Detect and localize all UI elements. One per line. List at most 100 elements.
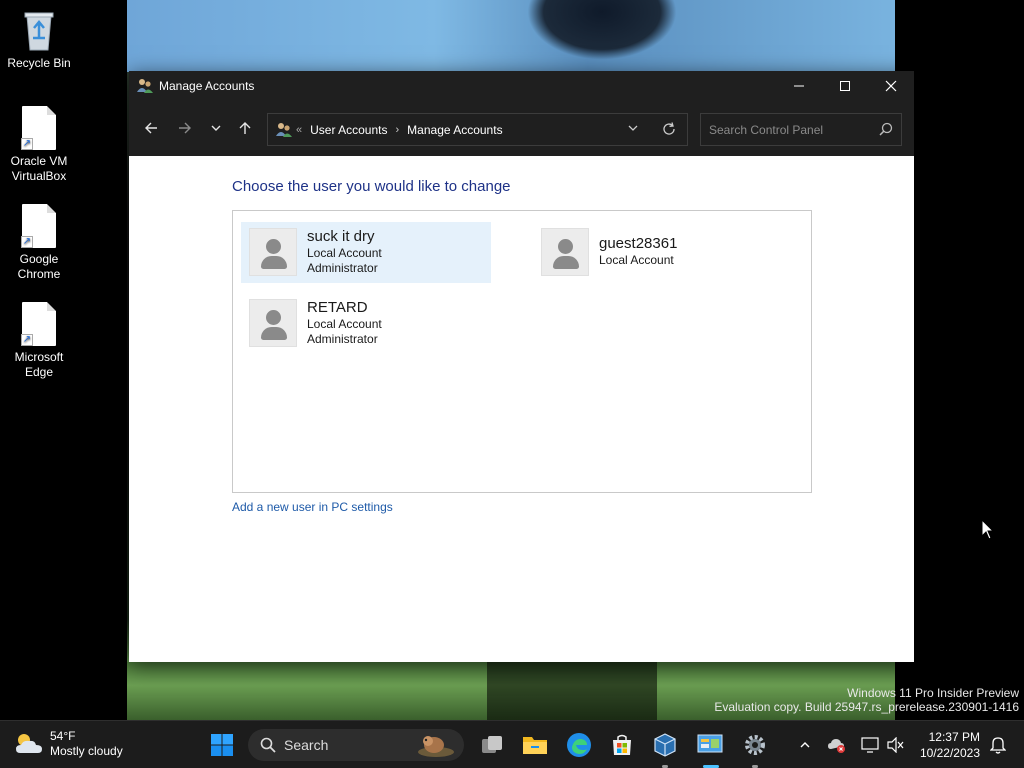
- refresh-button[interactable]: [661, 121, 677, 140]
- account-tile-guest28361[interactable]: guest28361 Local Account: [533, 222, 783, 283]
- arrow-up-icon: [239, 122, 251, 134]
- users-icon: [137, 78, 153, 94]
- taskbar-search[interactable]: Search: [248, 729, 464, 761]
- weather-widget[interactable]: 54°F Mostly cloudy: [14, 729, 123, 759]
- desktop-icon-label: Google Chrome: [17, 252, 61, 281]
- onedrive-button[interactable]: [827, 735, 847, 755]
- mouse-cursor-icon: [981, 518, 995, 546]
- breadcrumb-overflow[interactable]: «: [296, 124, 302, 136]
- file-shortcut-icon: ↗: [19, 204, 59, 248]
- breadcrumb-separator[interactable]: ›: [396, 124, 400, 136]
- search-icon: [260, 737, 276, 753]
- account-type: Local Account: [599, 253, 674, 267]
- taskbar: 54°F Mostly cloudy Search 12:37 PM 10/22…: [0, 720, 1024, 768]
- search-highlight-icon: [418, 736, 454, 757]
- weather-temp: 54°F: [50, 729, 76, 743]
- desktop-icon-label: Recycle Bin: [7, 56, 71, 70]
- minimize-button[interactable]: [776, 71, 822, 101]
- system-clock[interactable]: 12:37 PM 10/22/2023: [918, 729, 980, 761]
- add-new-user-link[interactable]: Add a new user in PC settings: [232, 500, 393, 514]
- wallpaper-sky: [127, 0, 895, 72]
- clock-date: 10/22/2023: [919, 746, 980, 760]
- breadcrumb-manage-accounts[interactable]: Manage Accounts: [407, 123, 502, 137]
- account-tile-suck-it-dry[interactable]: suck it dry Local Account Administrator: [241, 222, 491, 283]
- control-panel-icon: [697, 734, 723, 753]
- search-control-panel[interactable]: [700, 113, 902, 146]
- recent-locations-button[interactable]: [203, 115, 229, 141]
- users-icon: [276, 122, 292, 138]
- taskbar-search-label: Search: [284, 737, 329, 753]
- desktop-icon-label: Oracle VM VirtualBox: [10, 154, 68, 183]
- desktop-icon-virtualbox[interactable]: ↗ Oracle VM VirtualBox: [4, 106, 74, 184]
- file-shortcut-icon: ↗: [19, 106, 59, 150]
- avatar: [541, 228, 589, 276]
- settings-button[interactable]: [740, 730, 770, 760]
- file-shortcut-icon: ↗: [19, 302, 59, 346]
- avatar: [249, 299, 297, 347]
- account-name: guest28361: [599, 235, 678, 252]
- account-role: Administrator: [307, 261, 378, 275]
- clock-time: 12:37 PM: [928, 730, 980, 744]
- account-tile-retard[interactable]: RETARD Local Account Administrator: [241, 293, 491, 354]
- weather-condition: Mostly cloudy: [50, 744, 123, 758]
- account-role: Administrator: [307, 332, 378, 346]
- desktop-icon-label: Microsoft Edge: [14, 350, 64, 379]
- accounts-list: suck it dry Local Account Administrator …: [232, 210, 812, 493]
- arrow-right-icon: [179, 122, 191, 134]
- show-hidden-icons-button[interactable]: [795, 735, 815, 755]
- control-panel-button[interactable]: [695, 730, 725, 760]
- chevron-up-icon: [800, 742, 810, 748]
- cloud-error-icon: [828, 739, 845, 753]
- arrow-left-icon: [145, 122, 157, 134]
- cloud-sun-icon: [16, 734, 42, 753]
- recycle-bin-icon: [19, 8, 59, 52]
- address-bar[interactable]: « User Accounts › Manage Accounts: [267, 113, 688, 146]
- desktop-icon-recycle-bin[interactable]: Recycle Bin: [4, 8, 74, 71]
- close-button[interactable]: [868, 71, 914, 101]
- bell-icon: [990, 737, 1006, 754]
- account-type: Local Account: [307, 246, 382, 260]
- manage-accounts-window: Manage Accounts « User Accounts › Manage…: [129, 71, 914, 662]
- desktop-icon-edge[interactable]: ↗ Microsoft Edge: [4, 302, 74, 380]
- wallpaper-figure: [527, 0, 677, 60]
- account-name: suck it dry: [307, 228, 375, 245]
- edge-button[interactable]: [564, 730, 594, 760]
- chevron-down-icon: [628, 125, 638, 131]
- wallpaper-shadow: [487, 662, 657, 720]
- window-title: Manage Accounts: [159, 79, 255, 93]
- account-type: Local Account: [307, 317, 382, 331]
- avatar: [249, 228, 297, 276]
- watermark-line-1: Windows 11 Pro Insider Preview: [847, 686, 1019, 700]
- virtualbox-button[interactable]: [650, 730, 680, 760]
- back-button[interactable]: [138, 115, 164, 141]
- volume-button[interactable]: [886, 735, 906, 755]
- edge-icon: [567, 733, 591, 757]
- task-view-button[interactable]: [477, 730, 507, 760]
- windows-logo-icon: [211, 734, 233, 756]
- title-bar[interactable]: Manage Accounts: [129, 71, 914, 101]
- search-icon[interactable]: [879, 122, 893, 141]
- folder-icon: [523, 737, 547, 754]
- file-explorer-button[interactable]: [520, 730, 550, 760]
- page-title: Choose the user you would like to change: [232, 178, 511, 195]
- task-view-icon: [482, 736, 502, 753]
- refresh-icon: [663, 122, 675, 135]
- monitor-icon: [861, 737, 879, 753]
- start-button[interactable]: [207, 730, 237, 760]
- notifications-button[interactable]: [988, 735, 1008, 755]
- network-button[interactable]: [860, 735, 880, 755]
- account-name: RETARD: [307, 299, 368, 316]
- speaker-muted-icon: [887, 737, 904, 753]
- forward-button[interactable]: [172, 115, 198, 141]
- maximize-button[interactable]: [822, 71, 868, 101]
- chevron-down-icon: [211, 125, 221, 131]
- address-dropdown-button[interactable]: [627, 122, 639, 137]
- evaluation-watermark: Windows 11 Pro Insider Preview Evaluatio…: [714, 686, 1019, 714]
- content-area: Choose the user you would like to change…: [129, 156, 914, 662]
- breadcrumb-user-accounts[interactable]: User Accounts: [310, 123, 387, 137]
- up-button[interactable]: [232, 115, 258, 141]
- desktop-icon-chrome[interactable]: ↗ Google Chrome: [4, 204, 74, 282]
- microsoft-store-button[interactable]: [607, 730, 637, 760]
- search-input[interactable]: [701, 114, 871, 145]
- gear-icon: [745, 735, 765, 755]
